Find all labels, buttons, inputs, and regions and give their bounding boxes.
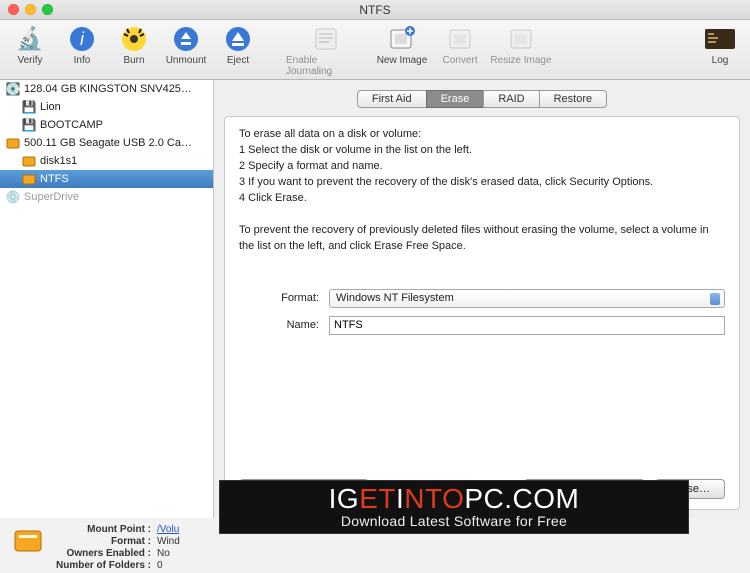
burn-button[interactable]: Burn [112,24,156,66]
volume-large-icon [12,524,44,556]
convert-button[interactable]: Convert [438,24,482,66]
volume-icon: 💾 [22,118,36,132]
toolbar: 🔬 Verify i Info Burn Unmount Eject [0,20,750,80]
sidebar-item-disk[interactable]: 💽 128.04 GB KINGSTON SNV425… [0,80,213,98]
sidebar-item-volume[interactable]: 💾 Lion [0,98,213,116]
main-pane: First Aid Erase RAID Restore To erase al… [214,80,750,518]
sidebar-item-label: disk1s1 [40,155,77,167]
tab-restore[interactable]: Restore [539,90,608,108]
tab-first-aid[interactable]: First Aid [357,90,426,108]
enable-journaling-button[interactable]: Enable Journaling [286,24,366,77]
watermark-tagline: Download Latest Software for Free [220,513,688,529]
new-image-button[interactable]: New Image [374,24,430,66]
format-select[interactable]: Windows NT Filesystem [329,289,725,308]
sidebar-item-label: 128.04 GB KINGSTON SNV425… [24,83,192,95]
sidebar-item-volume[interactable]: disk1s1 [0,152,213,170]
window-title: NTFS [0,3,750,17]
sidebar-item-label: BOOTCAMP [40,119,103,131]
mount-point-link[interactable]: /Volu [157,524,180,535]
name-input[interactable] [329,316,725,335]
tab-bar: First Aid Erase RAID Restore [357,90,607,108]
volume-icon: 💾 [22,100,36,114]
watermark-brand: IGETINTOPC.COM [220,483,688,515]
sidebar-item-volume[interactable]: 💾 BOOTCAMP [0,116,213,134]
convert-icon [445,24,475,54]
verify-button[interactable]: 🔬 Verify [8,24,52,66]
sidebar: 💽 128.04 GB KINGSTON SNV425… 💾 Lion 💾 BO… [0,80,214,518]
journaling-icon [311,24,341,54]
sidebar-item-label: NTFS [40,173,69,185]
info-button[interactable]: i Info [60,24,104,66]
microscope-icon: 🔬 [15,24,45,54]
sidebar-item-label: 500.11 GB Seagate USB 2.0 Ca… [24,137,192,149]
sidebar-item-label: Lion [40,101,61,113]
titlebar: NTFS [0,0,750,20]
eject-icon [223,24,253,54]
burn-icon [119,24,149,54]
volume-icon [22,172,36,186]
unmount-icon [171,24,201,54]
volume-icon [22,154,36,168]
internal-disk-icon: 💽 [6,82,20,96]
sidebar-item-optical[interactable]: 💿 SuperDrive [0,188,213,206]
resize-icon [506,24,536,54]
optical-icon: 💿 [6,190,20,204]
instructions: To erase all data on a disk or volume: 1… [239,127,725,255]
format-label: Format: [239,292,329,304]
tab-erase[interactable]: Erase [426,90,484,108]
info-icon: i [67,24,97,54]
log-button[interactable]: Log [698,24,742,66]
tab-raid[interactable]: RAID [483,90,538,108]
eject-button[interactable]: Eject [216,24,260,66]
sidebar-item-volume-selected[interactable]: NTFS [0,170,213,188]
new-image-icon [387,24,417,54]
watermark-overlay: IGETINTOPC.COM Download Latest Software … [219,480,689,534]
sidebar-item-disk[interactable]: 500.11 GB Seagate USB 2.0 Ca… [0,134,213,152]
sidebar-item-label: SuperDrive [24,191,79,203]
resize-image-button[interactable]: Resize Image [490,24,552,66]
unmount-button[interactable]: Unmount [164,24,208,66]
erase-panel: To erase all data on a disk or volume: 1… [224,116,740,510]
external-disk-icon [6,136,20,150]
log-icon [705,24,735,54]
name-label: Name: [239,319,329,331]
